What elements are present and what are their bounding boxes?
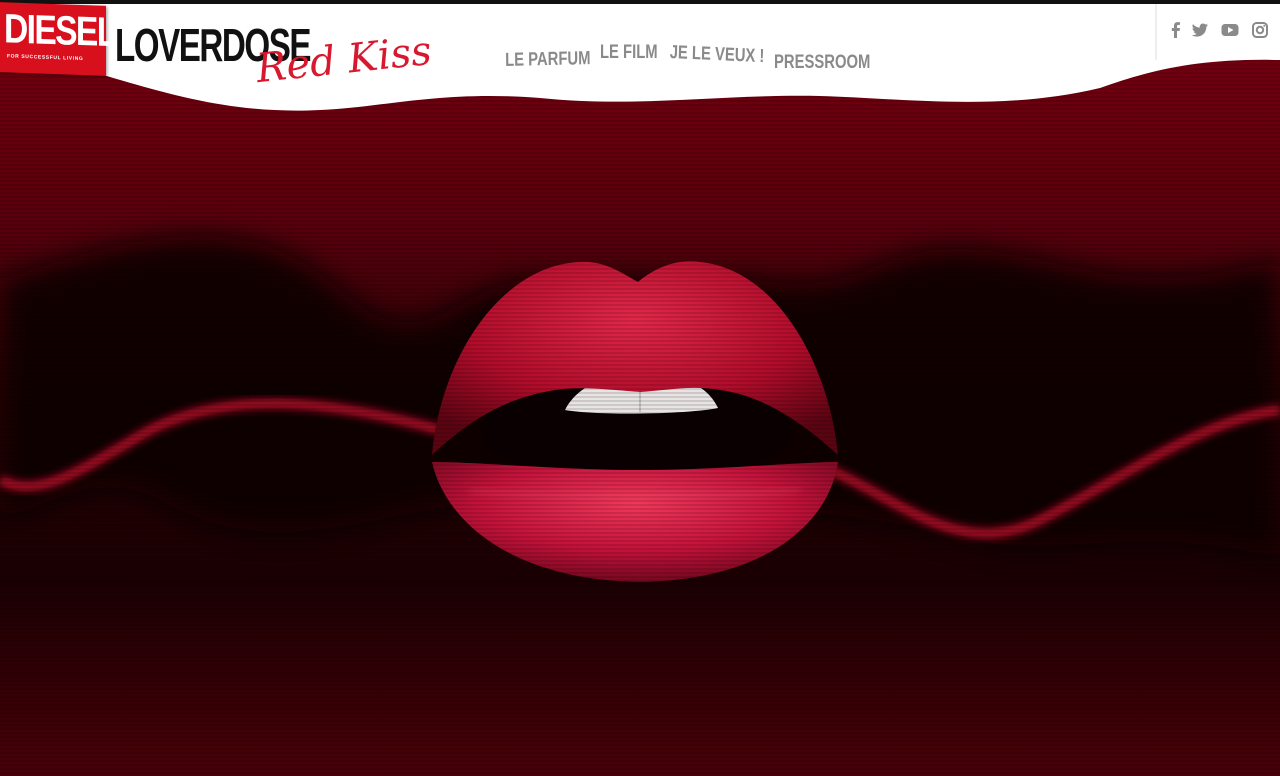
nav-je-le-veux[interactable]: JE LE VEUX !	[669, 42, 764, 68]
twitter-icon[interactable]	[1190, 20, 1210, 40]
diesel-logo-tagline: FOR SUCCESSFUL LIVING	[7, 53, 84, 63]
site-header: DIESEL FOR SUCCESSFUL LIVING LOVERDOSE R…	[0, 0, 1280, 115]
youtube-icon[interactable]	[1220, 20, 1240, 40]
nav-le-film[interactable]: LE FILM	[600, 42, 658, 64]
facebook-icon[interactable]	[1166, 20, 1186, 40]
hero-lips-visual	[0, 0, 1280, 776]
nav-le-parfum[interactable]: LE PARFUM	[505, 48, 591, 72]
instagram-icon[interactable]	[1250, 20, 1270, 40]
diesel-logo[interactable]: DIESEL FOR SUCCESSFUL LIVING	[0, 2, 116, 76]
nav-pressroom[interactable]: PRESSROOM	[774, 52, 870, 74]
diesel-logo-word: DIESEL	[4, 5, 116, 56]
